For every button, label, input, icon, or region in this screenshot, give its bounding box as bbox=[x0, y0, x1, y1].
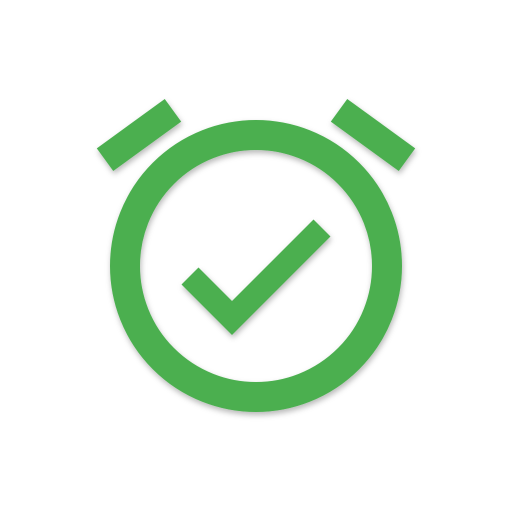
clock-ring bbox=[110, 120, 402, 412]
check-mark bbox=[181, 219, 331, 335]
app-icon-canvas bbox=[0, 0, 512, 512]
alarm-check-icon bbox=[96, 98, 416, 412]
